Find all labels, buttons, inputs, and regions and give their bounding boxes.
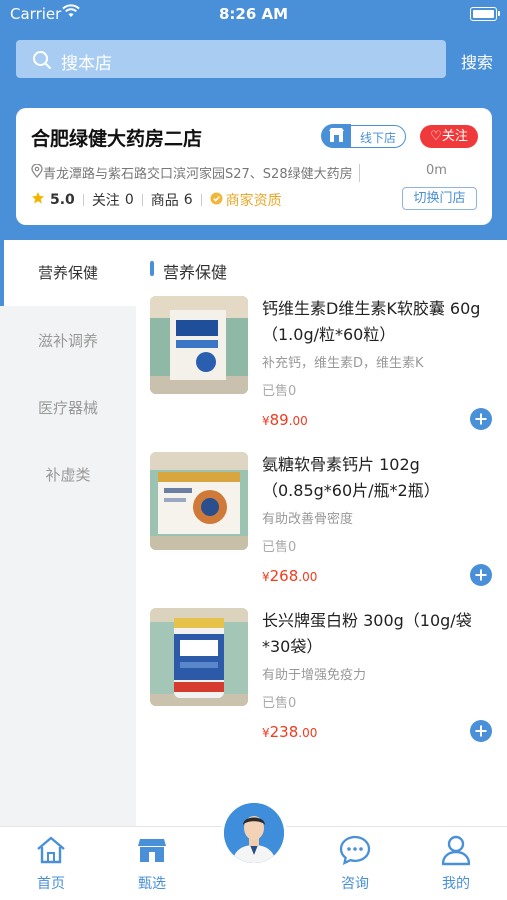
- product-description: 有助改善骨密度: [262, 512, 354, 527]
- goods-stat-count: 6: [183, 192, 193, 208]
- product-name: 长兴牌蛋白粉 300g（10g/袋*30袋）: [262, 611, 472, 656]
- tab-consult[interactable]: 咨询: [315, 827, 395, 900]
- offline-store-badge[interactable]: 线下店: [321, 124, 406, 148]
- status-bar: Carrier 8:26 AM: [0, 0, 507, 30]
- product-image: [150, 452, 248, 550]
- sidebar-item-deficiency[interactable]: 补虚类: [0, 442, 136, 508]
- clock: 8:26 AM: [218, 5, 289, 23]
- follow-stat-count: 0: [124, 192, 134, 208]
- chat-icon: [338, 833, 372, 867]
- switch-store-button[interactable]: 切换门店: [402, 187, 477, 210]
- address-text: 青龙潭路与紫石路交口滨河家园S27、S28绿健大药房: [43, 167, 353, 182]
- follow-button-label: 关注: [441, 129, 468, 144]
- search-placeholder: 搜本店: [61, 54, 112, 74]
- search-button[interactable]: 搜索: [461, 49, 493, 73]
- store-card: 合肥绿健大药房二店 线下店 ♡关注 青龙潭路与紫石路交口滨河家园S27、S28绿…: [16, 108, 492, 225]
- add-to-cart-button[interactable]: [470, 720, 492, 742]
- product-description: 补充钙，维生素D，维生素K: [262, 356, 424, 371]
- product-sold-count: 已售0: [262, 696, 297, 711]
- product-description: 有助于增强免疫力: [262, 668, 367, 683]
- location-pin-icon: [31, 162, 43, 182]
- product-image: [150, 296, 248, 394]
- offline-badge-label: 线下店: [360, 131, 397, 145]
- store-distance: 0m: [426, 163, 447, 178]
- tab-home-label: 首页: [37, 876, 65, 892]
- tab-select-label: 甄选: [138, 876, 166, 892]
- tab-home[interactable]: 首页: [11, 827, 91, 900]
- user-icon: [439, 833, 473, 867]
- product-price: ¥238.00: [262, 723, 318, 741]
- product-item[interactable]: 氨糖软骨素钙片 102g（0.85g*60片/瓶*2瓶） 有助改善骨密度 已售0…: [136, 452, 507, 602]
- product-item[interactable]: 钙维生素D维生素K软胶囊 60g（1.0g/粒*60粒） 补充钙，维生素D，维生…: [136, 296, 507, 446]
- stats-divider: [141, 194, 143, 206]
- section-title: 营养保健: [150, 259, 227, 283]
- product-price: ¥268.00: [262, 567, 318, 585]
- stats-divider: [200, 194, 202, 206]
- product-list-panel: 营养保健 钙维生素D维生素K软胶囊 60g（1.0g/粒*60粒） 补充钙，维生…: [136, 240, 507, 826]
- goods-stat-label: 商品: [150, 193, 179, 209]
- tab-consult-label: 咨询: [341, 876, 369, 892]
- sidebar-item-medical-devices[interactable]: 医疗器械: [0, 375, 136, 441]
- store-stats: 5.0 关注 0 商品 6 商家资质: [31, 190, 282, 210]
- tab-mine-label: 我的: [442, 876, 470, 892]
- stats-divider: [82, 194, 84, 206]
- product-sold-count: 已售0: [262, 540, 297, 555]
- product-name: 钙维生素D维生素K软胶囊 60g（1.0g/粒*60粒）: [262, 299, 481, 344]
- tab-mine[interactable]: 我的: [416, 827, 496, 900]
- add-to-cart-button[interactable]: [470, 408, 492, 430]
- avatar: [224, 803, 284, 863]
- tab-select[interactable]: 甄选: [112, 827, 192, 900]
- store-address: 青龙潭路与紫石路交口滨河家园S27、S28绿健大药房: [31, 162, 360, 182]
- search-icon: [32, 50, 52, 74]
- store-name: 合肥绿健大药房二店: [31, 128, 203, 150]
- add-to-cart-button[interactable]: [470, 564, 492, 586]
- category-sidebar: 营养保健 滋补调养 医疗器械 补虚类: [0, 240, 136, 826]
- search-input[interactable]: 搜本店: [16, 40, 446, 78]
- home-icon: [34, 833, 68, 867]
- heart-icon: ♡: [430, 129, 442, 144]
- battery-icon: [470, 7, 500, 21]
- star-icon: [31, 191, 45, 209]
- address-divider: [358, 163, 360, 182]
- product-sold-count: 已售0: [262, 384, 297, 399]
- product-image: [150, 608, 248, 706]
- product-name: 氨糖软骨素钙片 102g（0.85g*60片/瓶*2瓶）: [262, 455, 440, 500]
- sidebar-item-nutrition[interactable]: 营养保健: [0, 240, 136, 306]
- merchant-qualification-link[interactable]: 商家资质: [226, 190, 282, 210]
- follow-button[interactable]: ♡关注: [420, 125, 478, 148]
- product-item[interactable]: 长兴牌蛋白粉 300g（10g/袋*30袋） 有助于增强免疫力 已售0 ¥238…: [136, 608, 507, 758]
- pharmacist-avatar-button[interactable]: [221, 800, 287, 866]
- shop-icon: [321, 124, 351, 148]
- verified-icon: [210, 192, 223, 209]
- follow-stat-label: 关注: [91, 193, 120, 209]
- rating-value: 5.0: [50, 192, 75, 208]
- sidebar-item-tonic[interactable]: 滋补调养: [0, 308, 136, 374]
- product-price: ¥89.00: [262, 411, 308, 429]
- store-icon: [135, 833, 169, 867]
